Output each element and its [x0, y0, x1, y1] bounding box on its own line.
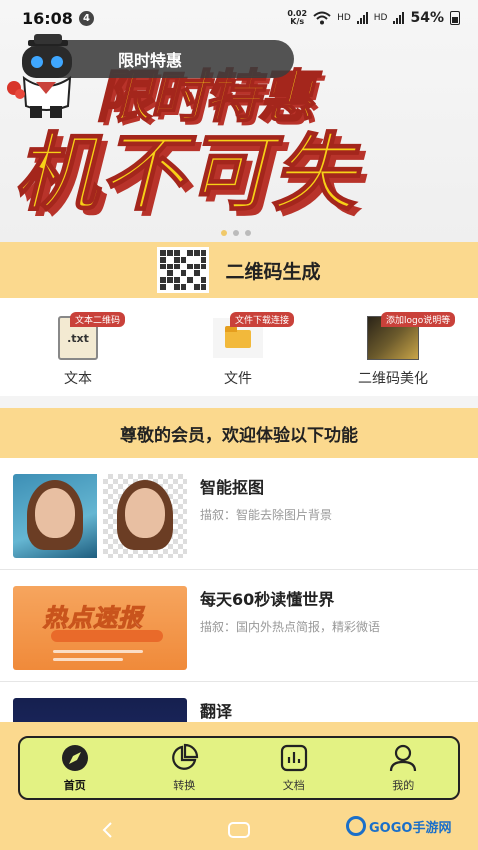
member-section-header: 尊敬的会员，欢迎体验以下功能 — [0, 408, 478, 458]
qr-options: .txt 文本二维码 文本 文件下载连接 文件 添加logo说明等 二维码美化 — [0, 298, 478, 396]
hd-label: HD — [337, 13, 351, 23]
banner-headline-line2: 机不可失 — [13, 123, 359, 223]
site-watermark: GOGO手游网 — [346, 816, 451, 836]
qr-code-icon — [157, 247, 210, 293]
watermark-text: GOGO手游网 — [369, 820, 452, 836]
pagination-dot[interactable] — [221, 230, 227, 236]
beautify-image-icon: 添加logo说明等 — [367, 312, 456, 360]
member-section-title: 尊敬的会员，欢迎体验以下功能 — [120, 425, 358, 446]
text-file-icon: .txt 文本二维码 — [52, 312, 126, 360]
bottom-tab-bar: 首页 转换 文档 我的 — [18, 736, 460, 800]
tab-convert[interactable]: 转换 — [130, 738, 240, 798]
qr-option-label: 文件 — [224, 371, 252, 387]
qr-option-label: 二维码美化 — [358, 371, 428, 387]
status-time: 16:08 — [22, 8, 73, 28]
signal-icon — [393, 12, 405, 24]
notification-badge: 4 — [78, 10, 94, 26]
user-icon — [390, 744, 417, 772]
signal-icon — [356, 12, 368, 24]
tab-documents[interactable]: 文档 — [239, 738, 349, 798]
feature-desc: 描叙：国内外热点简报，精彩微语 — [200, 620, 381, 634]
qr-option-tag: 文件下载连接 — [230, 312, 295, 327]
tab-label: 我的 — [392, 779, 415, 792]
battery-icon — [450, 11, 460, 25]
back-icon[interactable] — [98, 820, 118, 840]
pie-chart-icon — [172, 743, 199, 770]
promo-chip-label: 限时特惠 — [118, 51, 183, 70]
promo-banner[interactable]: 限时特惠 机不可失 限时特惠 — [0, 0, 478, 242]
watermark-logo-icon — [346, 816, 366, 836]
compass-icon — [61, 745, 88, 771]
news-banner-text: 热点速报 — [43, 604, 143, 633]
net-speed: 0.02 K/s — [287, 10, 307, 26]
tab-home[interactable]: 首页 — [20, 738, 130, 798]
qr-option-tag: 文本二维码 — [70, 312, 126, 327]
mascot-icon — [7, 34, 72, 118]
folder-icon: 文件下载连接 — [212, 312, 295, 360]
feature-title: 每天60秒读懂世界 — [200, 590, 335, 609]
home-button[interactable] — [228, 822, 250, 838]
status-icons: 0.02 K/s HD HD 54% — [287, 10, 460, 26]
qr-section-title: 二维码生成 — [225, 260, 321, 283]
feature-item-cutout[interactable]: 智能抠图 描叙：智能去除图片背景 — [0, 458, 478, 570]
feature-desc: 描叙：智能去除图片背景 — [200, 508, 333, 522]
qr-option-beautify[interactable]: 添加logo说明等 二维码美化 — [358, 312, 456, 388]
news-thumbnail: 热点速报 — [13, 586, 187, 670]
qr-option-label: 文本 — [64, 371, 92, 387]
qr-option-text[interactable]: .txt 文本二维码 文本 — [52, 312, 126, 388]
qr-option-file[interactable]: 文件下载连接 文件 — [212, 312, 295, 388]
qr-option-tag: 添加logo说明等 — [381, 312, 456, 327]
tab-profile[interactable]: 我的 — [349, 738, 459, 798]
status-bar: 16:08 4 0.02 K/s HD HD 54% — [0, 0, 478, 36]
bar-chart-icon — [280, 744, 307, 772]
feature-item-news[interactable]: 热点速报 每天60秒读懂世界 描叙：国内外热点简报，精彩微语 — [0, 570, 478, 682]
wifi-icon — [313, 11, 331, 25]
tab-label: 文档 — [282, 779, 305, 792]
banner-pagination — [221, 230, 251, 236]
pagination-dot[interactable] — [233, 230, 239, 236]
feature-title: 智能抠图 — [200, 478, 265, 497]
qr-section-header[interactable]: 二维码生成 — [0, 242, 478, 298]
pagination-dot[interactable] — [245, 230, 251, 236]
tab-label: 转换 — [173, 779, 196, 792]
cutout-thumbnail — [13, 474, 187, 558]
tab-label: 首页 — [63, 779, 86, 792]
hd-label: HD — [373, 13, 388, 23]
battery-percent: 54% — [410, 10, 444, 26]
net-speed-unit: K/s — [290, 17, 305, 26]
feature-title: 翻译 — [200, 702, 233, 721]
